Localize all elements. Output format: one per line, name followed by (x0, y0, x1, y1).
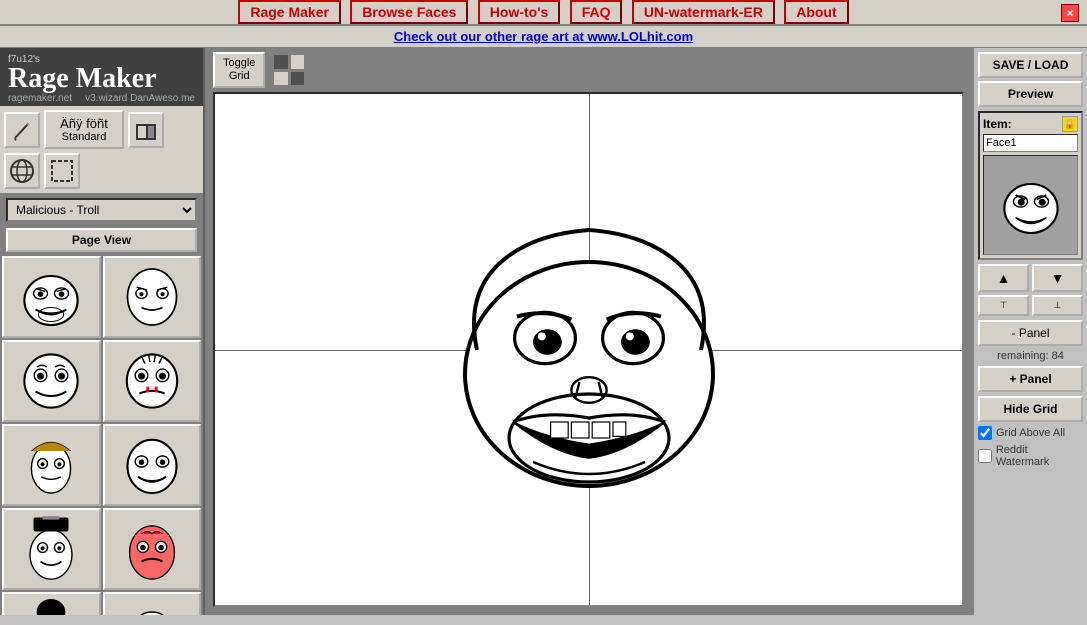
selection-tool-button[interactable] (44, 153, 80, 189)
send-to-bottom-button[interactable]: ⊥ (1032, 295, 1083, 316)
face-item[interactable] (103, 256, 202, 338)
main-layout: f7u12's Rage Maker ragemaker.net v3.wiza… (0, 48, 1087, 615)
app-version-author: v3.wizard DanAweso.me (85, 93, 195, 104)
page-view-button[interactable]: Page View (6, 228, 197, 252)
face-item[interactable] (2, 340, 101, 422)
move-up-button[interactable]: ▲ (978, 264, 1029, 292)
item-name-field[interactable]: Face1 (983, 134, 1078, 152)
promo-link[interactable]: Check out our other rage art at www.LOLh… (394, 29, 693, 44)
font-style: Standard (52, 131, 116, 143)
nav-un-watermark[interactable]: UN-watermark-ER (632, 0, 775, 24)
language-tool-button[interactable] (4, 153, 40, 189)
reddit-watermark-checkbox[interactable] (978, 449, 992, 463)
canvas-size-cluster[interactable] (273, 54, 305, 86)
face-item[interactable] (2, 508, 101, 590)
item-label: Item: (983, 117, 1012, 131)
add-panel-button[interactable]: + Panel (978, 366, 1083, 392)
canvas-area[interactable] (213, 92, 964, 607)
font-name: Äñÿ föñt (52, 116, 116, 131)
size-large-dark[interactable] (290, 71, 306, 87)
size-small-light[interactable] (290, 54, 306, 70)
save-load-button[interactable]: SAVE / LOAD (978, 52, 1083, 78)
toolbar-area: Äñÿ föñt Standard (0, 106, 203, 194)
item-panel: Item: 🔒 Face1 (978, 111, 1083, 260)
app-header: f7u12's Rage Maker ragemaker.net v3.wiza… (0, 48, 203, 106)
nav-browse-faces[interactable]: Browse Faces (350, 0, 468, 24)
nav-how-tos[interactable]: How-to's (478, 0, 561, 24)
nav-faq[interactable]: FAQ (570, 0, 623, 24)
left-panel: f7u12's Rage Maker ragemaker.net v3.wiza… (0, 48, 205, 615)
nav-rage-maker[interactable]: Rage Maker (238, 0, 341, 24)
grid-above-checkbox[interactable] (978, 426, 992, 440)
arrow-controls: ▲ ▼ ⊤ ⊥ (978, 264, 1083, 316)
color-tool-button[interactable] (128, 112, 164, 148)
hide-grid-button[interactable]: Hide Grid (978, 396, 1083, 422)
face-item[interactable] (103, 592, 202, 615)
center-area: Toggle Grid (205, 48, 972, 615)
face-item[interactable] (2, 592, 101, 615)
item-preview (983, 155, 1078, 255)
canvas-troll-face[interactable] (429, 190, 749, 510)
pencil-tool-button[interactable] (4, 112, 40, 148)
save-load-area: SAVE / LOAD Preview (978, 52, 1083, 107)
close-button[interactable]: × (1061, 4, 1079, 22)
face-item[interactable] (103, 340, 202, 422)
face-item[interactable] (2, 256, 101, 338)
remove-panel-button[interactable]: - Panel (978, 320, 1083, 346)
size-small-dark[interactable] (273, 54, 289, 70)
item-header: Item: 🔒 (983, 116, 1078, 132)
remaining-panels-text: remaining: 84 (978, 350, 1083, 362)
face-item[interactable] (103, 508, 202, 590)
top-navigation: Rage Maker Browse Faces How-to's FAQ UN-… (0, 0, 1087, 26)
promo-bar: Check out our other rage art at www.LOLh… (0, 26, 1087, 48)
face-grid (0, 254, 203, 615)
send-to-top-button[interactable]: ⊤ (978, 295, 1029, 316)
toggle-grid-button[interactable]: Toggle Grid (213, 52, 265, 88)
lock-icon[interactable]: 🔒 (1062, 116, 1078, 132)
face-item[interactable] (103, 424, 202, 506)
face-category-dropdown[interactable]: Malicious - Troll (6, 198, 197, 222)
canvas-controls: Toggle Grid (205, 48, 972, 92)
grid-above-row: Grid Above All (978, 426, 1083, 440)
face-item[interactable] (2, 424, 101, 506)
grid-above-label: Grid Above All (996, 427, 1065, 439)
right-panel: SAVE / LOAD Preview Item: 🔒 Face1 (972, 48, 1087, 615)
nav-about[interactable]: About (784, 0, 848, 24)
item-preview-image (996, 170, 1066, 240)
size-large-light[interactable] (273, 71, 289, 87)
reddit-watermark-label: Reddit Watermark (996, 444, 1083, 468)
reddit-watermark-row: Reddit Watermark (978, 444, 1083, 468)
preview-button[interactable]: Preview (978, 81, 1083, 107)
move-down-button[interactable]: ▼ (1032, 264, 1083, 292)
face-grid-container (0, 254, 203, 615)
app-site: ragemaker.net (8, 93, 72, 104)
app-subtitle: ragemaker.net v3.wizard DanAweso.me (8, 93, 195, 104)
app-title: Rage Maker (8, 65, 195, 93)
font-selector[interactable]: Äñÿ föñt Standard (44, 110, 124, 149)
